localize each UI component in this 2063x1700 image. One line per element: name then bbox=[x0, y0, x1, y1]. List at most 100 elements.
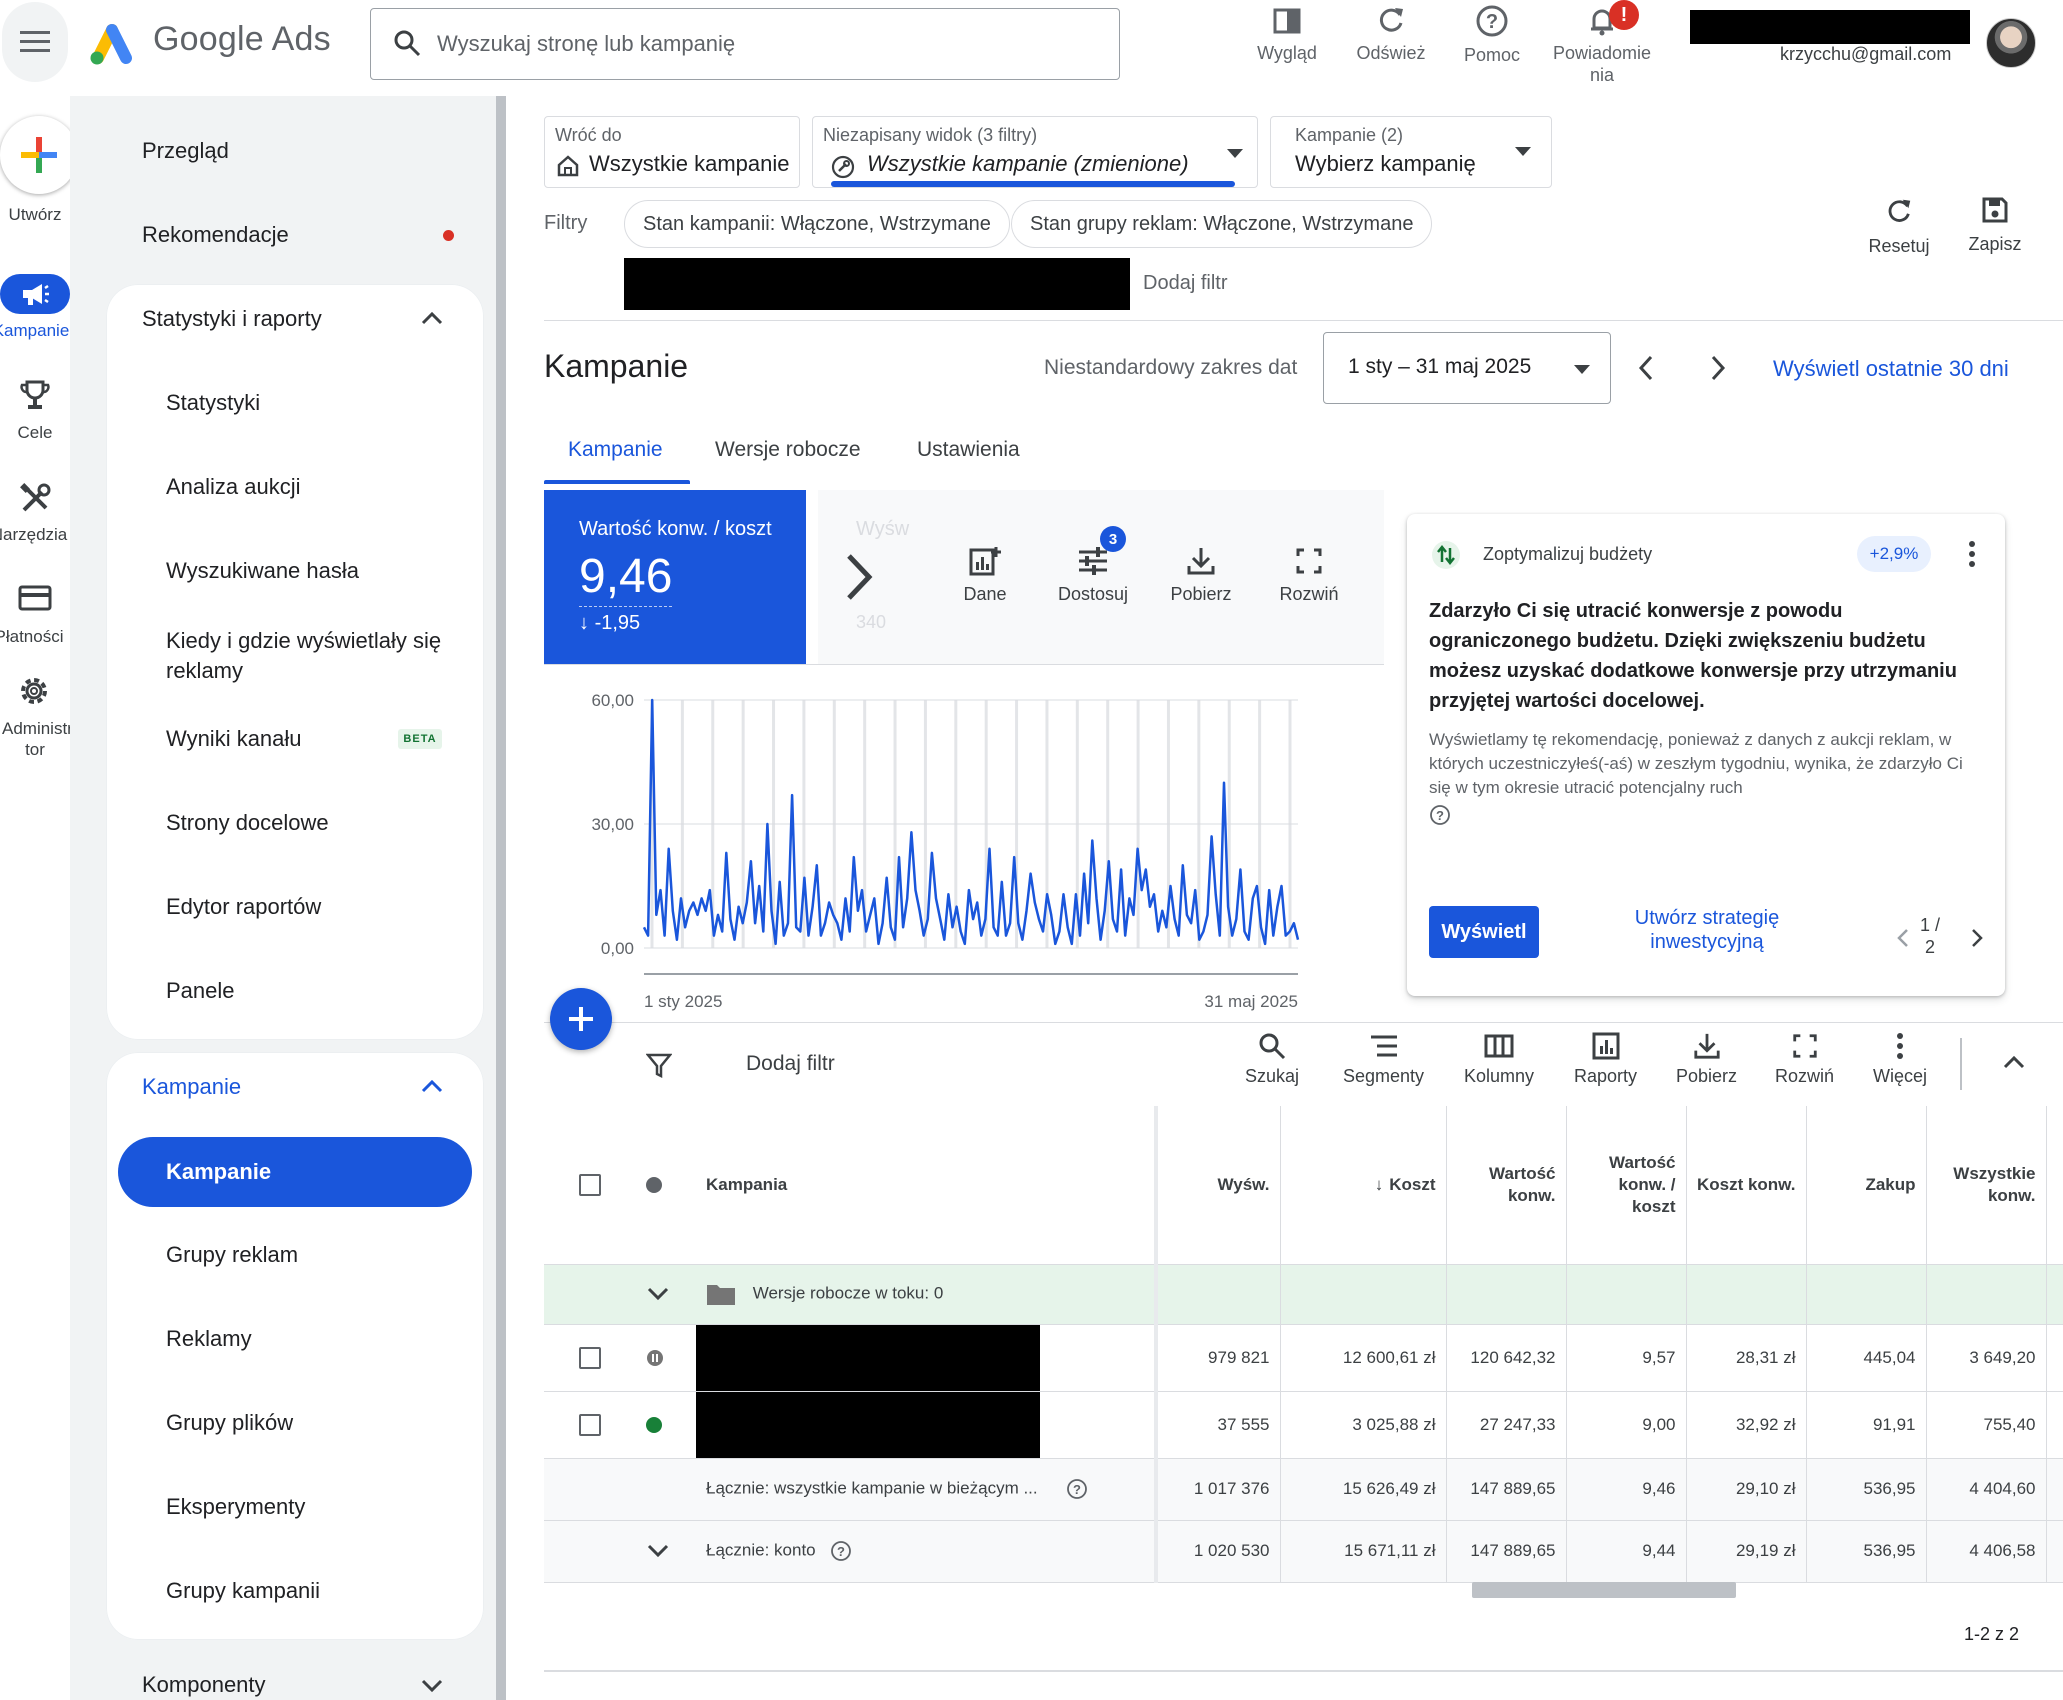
row-checkbox-cell[interactable] bbox=[544, 1391, 636, 1459]
more-vert-icon[interactable] bbox=[1967, 540, 1977, 568]
horizontal-scrollbar[interactable] bbox=[1472, 1582, 1736, 1598]
add-campaign-button[interactable] bbox=[550, 988, 612, 1050]
back-to-selector[interactable]: Wróć do Wszystkie kampanie bbox=[544, 116, 800, 188]
status-cell[interactable] bbox=[636, 1391, 696, 1459]
select-all-checkbox[interactable] bbox=[579, 1174, 601, 1196]
create-investment-strategy-link[interactable]: Utwórz strategię inwestycyjną bbox=[1597, 906, 1817, 954]
purchase-column-header[interactable]: Zakup bbox=[1806, 1106, 1927, 1265]
campaign-column-header[interactable]: Kampania bbox=[696, 1106, 1158, 1265]
rail-billing-label[interactable]: Płatności bbox=[0, 626, 70, 647]
view-selector[interactable]: Niezapisany widok (3 filtry) Wszystkie k… bbox=[812, 116, 1258, 188]
chevron-left-icon[interactable] bbox=[1897, 928, 1909, 948]
chevron-right-icon[interactable] bbox=[1971, 928, 1983, 948]
expand-drafts-cell[interactable] bbox=[636, 1264, 696, 1325]
nav-report-editor[interactable]: Edytor raportów bbox=[166, 892, 321, 922]
nav-dashboards[interactable]: Panele bbox=[166, 976, 235, 1006]
nav-overview[interactable]: Przegląd bbox=[142, 138, 229, 164]
expand-account-cell[interactable] bbox=[636, 1520, 696, 1583]
chart-adjust-button[interactable]: Dostosuj 3 bbox=[1048, 526, 1138, 605]
enabled-status-icon[interactable] bbox=[646, 1417, 662, 1434]
appearance-button[interactable]: Wygląd bbox=[1232, 4, 1342, 64]
campaign-selector[interactable]: Kampanie (2) Wybierz kampanię bbox=[1270, 116, 1552, 188]
nav-asset-groups[interactable]: Grupy plików bbox=[166, 1408, 293, 1438]
chevron-right-icon[interactable] bbox=[844, 552, 874, 602]
previous-period-button[interactable] bbox=[1636, 354, 1656, 382]
save-button[interactable]: Zapisz bbox=[1950, 196, 2040, 255]
nav-reports-header[interactable]: Statystyki i raporty bbox=[142, 306, 322, 332]
nav-auction-insights[interactable]: Analiza aukcji bbox=[166, 472, 301, 502]
conv-value-column-header[interactable]: Wartość konw. bbox=[1446, 1106, 1567, 1265]
table-expand-button[interactable]: Rozwiń bbox=[1775, 1032, 1834, 1087]
status-header[interactable] bbox=[636, 1106, 696, 1265]
tab-campaigns[interactable]: Kampanie bbox=[568, 438, 663, 462]
table-row[interactable]: 37 555 3 025,88 zł 27 247,33 9,00 32,92 … bbox=[544, 1391, 2063, 1459]
table-row[interactable]: 979 821 12 600,61 zł 120 642,32 9,57 28,… bbox=[544, 1324, 2063, 1392]
row-checkbox[interactable] bbox=[579, 1346, 601, 1369]
chevron-down-icon[interactable] bbox=[420, 1678, 444, 1694]
nav-campaign-groups[interactable]: Grupy kampanii bbox=[166, 1576, 320, 1606]
select-all-cell[interactable] bbox=[544, 1106, 636, 1265]
view-recommendation-button[interactable]: Wyświetl bbox=[1429, 906, 1539, 958]
next-period-button[interactable] bbox=[1708, 354, 1728, 382]
filter-icon[interactable] bbox=[646, 1052, 672, 1078]
nav-statistics[interactable]: Statystyki bbox=[166, 388, 260, 418]
impressions-column-header[interactable]: Wyśw. bbox=[1156, 1106, 1281, 1265]
filter-chip-campaign-status[interactable]: Stan kampanii: Włączone, Wstrzymane bbox=[624, 200, 1010, 248]
last-30-days-link[interactable]: Wyświetl ostatnie 30 dni bbox=[1773, 356, 2009, 382]
reports-button[interactable]: Raporty bbox=[1574, 1032, 1637, 1087]
chevron-down-icon[interactable] bbox=[646, 1543, 670, 1559]
help-outline-icon[interactable]: ? bbox=[1066, 1478, 1088, 1500]
columns-button[interactable]: Kolumny bbox=[1464, 1032, 1534, 1087]
help-outline-icon[interactable]: ? bbox=[1429, 804, 1451, 826]
tab-drafts[interactable]: Wersje robocze bbox=[715, 438, 861, 462]
status-cell[interactable] bbox=[636, 1324, 696, 1392]
help-outline-icon[interactable]: ? bbox=[830, 1540, 852, 1562]
performance-line-chart[interactable]: 60,00 30,00 0,00 1 sty 2025 31 maj 2025 bbox=[544, 680, 1384, 1020]
conv-value-cost-column-header[interactable]: Wartość konw. / koszt bbox=[1566, 1106, 1687, 1265]
nav-campaigns-selected[interactable]: Kampanie bbox=[118, 1137, 472, 1207]
help-button[interactable]: ? Pomoc bbox=[1437, 4, 1547, 66]
notifications-button[interactable]: Powiadomie nia ! bbox=[1547, 0, 1657, 86]
nav-ad-groups[interactable]: Grupy reklam bbox=[166, 1240, 298, 1270]
rail-admin-label[interactable]: Administra tor bbox=[0, 718, 70, 760]
tab-settings[interactable]: Ustawienia bbox=[917, 438, 1020, 462]
account-email[interactable]: krzycchu@gmail.com bbox=[1780, 44, 1951, 65]
metric-card-roas[interactable]: Wartość konw. / koszt 9,46 ↓ -1,95 bbox=[544, 490, 806, 664]
nav-divider[interactable] bbox=[496, 96, 506, 1700]
chevron-up-icon[interactable] bbox=[420, 1078, 444, 1094]
avatar[interactable] bbox=[1986, 18, 2036, 68]
nav-experiments[interactable]: Eksperymenty bbox=[166, 1492, 305, 1522]
campaign-name-cell[interactable] bbox=[696, 1391, 1158, 1459]
cost-conv-column-header[interactable]: Koszt konw. bbox=[1686, 1106, 1807, 1265]
nav-ads[interactable]: Reklamy bbox=[166, 1324, 252, 1354]
chevron-up-icon[interactable] bbox=[420, 310, 444, 326]
chart-data-button[interactable]: Dane bbox=[940, 546, 1030, 605]
segments-button[interactable]: Segmenty bbox=[1343, 1032, 1424, 1087]
table-add-filter[interactable]: Dodaj filtr bbox=[746, 1052, 835, 1076]
nav-search-terms[interactable]: Wyszukiwane hasła bbox=[166, 556, 359, 586]
all-conv-column-header[interactable]: Wszystkie konw. bbox=[1926, 1106, 2047, 1265]
main-menu-button[interactable] bbox=[2, 2, 68, 82]
nav-where-shown[interactable]: Kiedy i gdzie wyświetlały się reklamy bbox=[166, 626, 456, 686]
collapse-table-button[interactable] bbox=[2002, 1054, 2026, 1070]
refresh-button[interactable]: Odśwież bbox=[1336, 4, 1446, 64]
rail-tools-label[interactable]: Narzędzia bbox=[0, 524, 70, 545]
search-box[interactable] bbox=[370, 8, 1120, 80]
table-download-button[interactable]: Pobierz bbox=[1676, 1032, 1737, 1087]
campaign-name-cell[interactable] bbox=[696, 1324, 1158, 1392]
cost-column-header[interactable]: ↓ Koszt bbox=[1280, 1106, 1447, 1265]
chevron-down-icon[interactable] bbox=[646, 1286, 670, 1302]
date-range-picker[interactable]: 1 sty – 31 maj 2025 bbox=[1323, 332, 1611, 404]
nav-landing-pages[interactable]: Strony docelowe bbox=[166, 808, 329, 838]
search-input[interactable] bbox=[435, 25, 1095, 63]
row-checkbox[interactable] bbox=[579, 1413, 601, 1436]
chart-download-button[interactable]: Pobierz bbox=[1156, 546, 1246, 605]
row-checkbox-cell[interactable] bbox=[544, 1324, 636, 1392]
nav-components-header[interactable]: Komponenty bbox=[142, 1672, 266, 1698]
nav-recommendations[interactable]: Rekomendacje bbox=[142, 222, 289, 248]
rail-goals-label[interactable]: Cele bbox=[0, 422, 70, 443]
nav-campaigns-header[interactable]: Kampanie bbox=[142, 1074, 241, 1100]
filter-chip-adgroup-status[interactable]: Stan grupy reklam: Włączone, Wstrzymane bbox=[1011, 200, 1433, 248]
chart-expand-button[interactable]: Rozwiń bbox=[1264, 546, 1354, 605]
nav-channel-performance[interactable]: Wyniki kanału bbox=[166, 724, 302, 754]
